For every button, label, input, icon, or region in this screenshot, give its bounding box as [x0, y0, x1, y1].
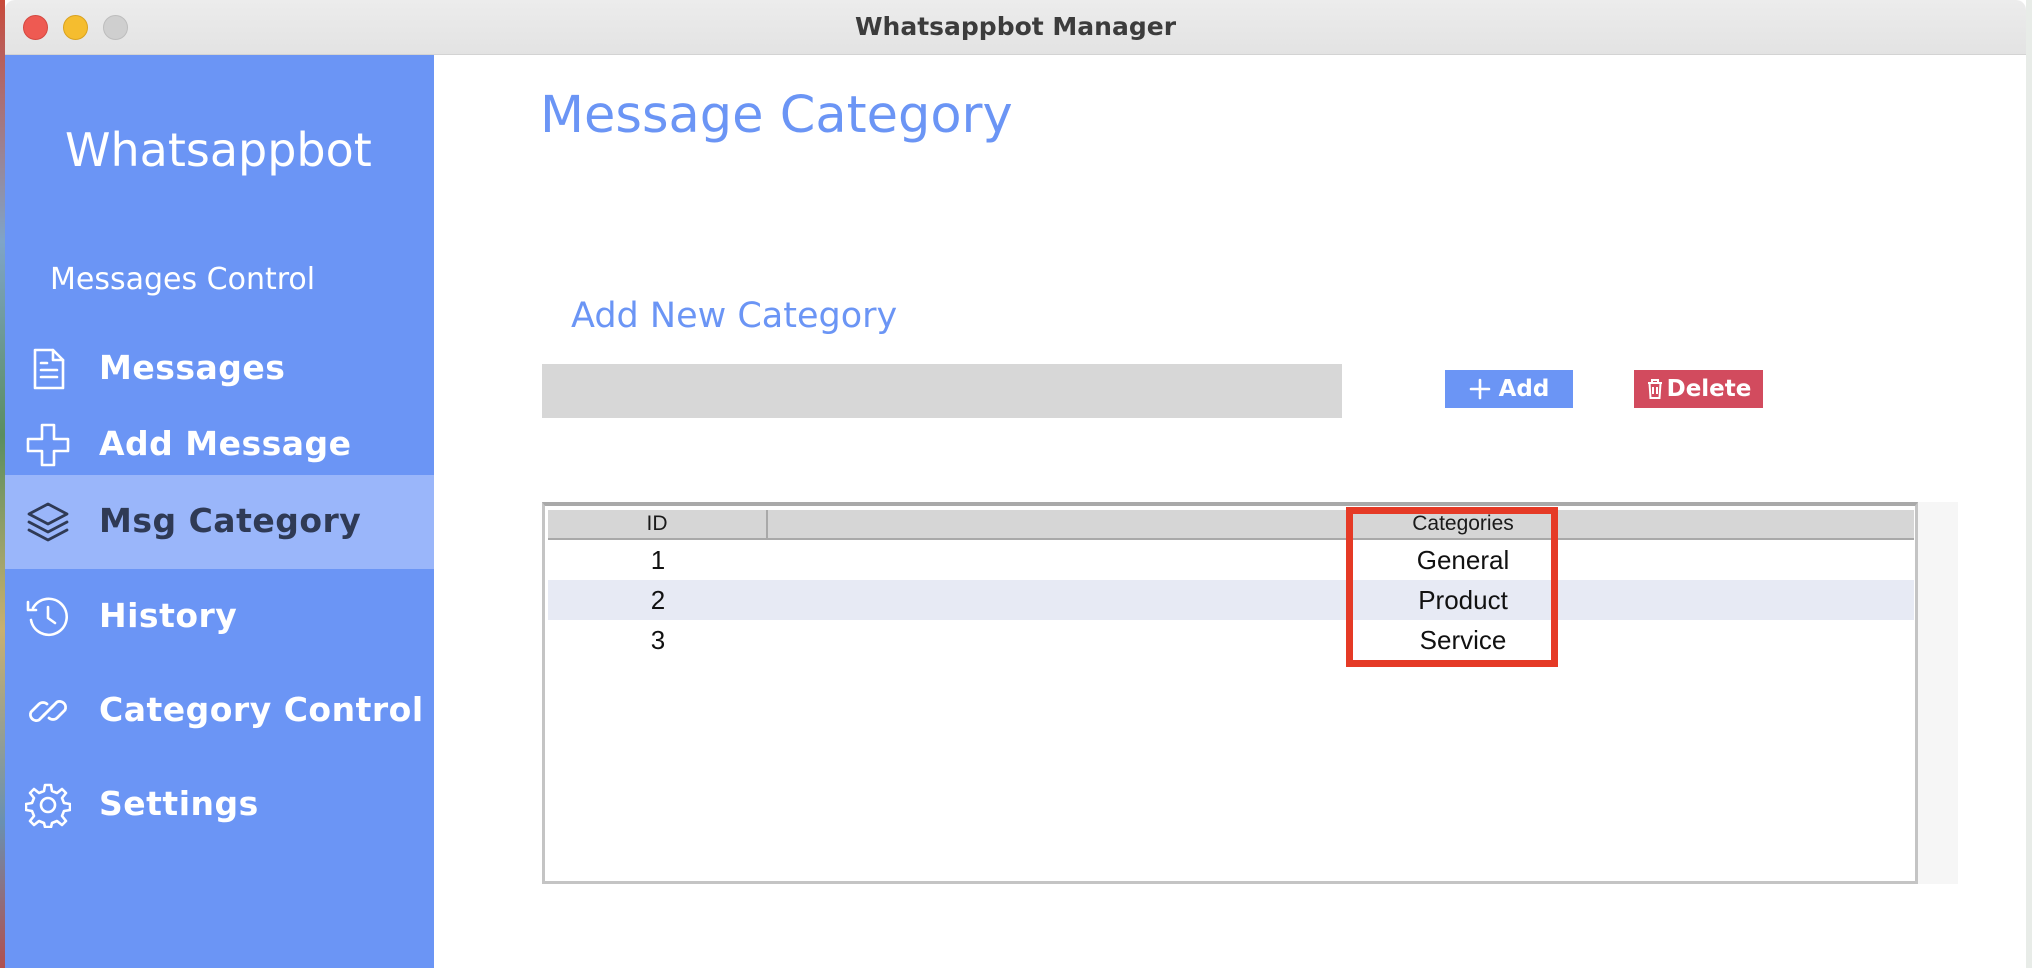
category-table-container: ID Categories 1 General 2 Product 3 Serv… — [542, 502, 1958, 884]
cell-id: 3 — [650, 624, 666, 655]
trash-icon — [1646, 378, 1664, 400]
table-header: ID Categories — [548, 510, 1914, 540]
history-icon — [25, 594, 71, 640]
sidebar-item-label: Msg Category — [99, 501, 362, 540]
app-brand: Whatsappbot — [65, 123, 372, 177]
page-title: Message Category — [540, 86, 1013, 145]
sidebar-item-label: Category Control — [99, 690, 424, 729]
sidebar-item-label: Settings — [99, 784, 259, 823]
title-bar: Whatsappbot Manager — [5, 0, 2026, 55]
add-button-label: Add — [1498, 376, 1550, 402]
sidebar-item-history[interactable]: History — [5, 570, 434, 664]
table-row[interactable]: 1 General — [548, 540, 1914, 580]
sidebar-item-label: History — [99, 596, 238, 635]
desktop-background-right — [2026, 0, 2032, 968]
table-row[interactable]: 2 Product — [548, 580, 1914, 620]
app-window: Whatsappbot Manager Whatsappbot Messages… — [5, 0, 2026, 968]
add-category-heading: Add New Category — [571, 296, 898, 336]
layers-icon — [25, 499, 71, 545]
cell-id: 1 — [650, 544, 666, 575]
plus-icon — [25, 422, 71, 468]
category-table[interactable]: ID Categories 1 General 2 Product 3 Serv… — [542, 502, 1918, 884]
sidebar-item-label: Messages — [99, 348, 286, 387]
sidebar-item-settings[interactable]: Settings — [5, 758, 434, 852]
window-title: Whatsappbot Manager — [854, 12, 1177, 41]
gear-icon — [25, 782, 71, 828]
sidebar-item-msg-category[interactable]: Msg Category — [5, 475, 434, 569]
sidebar-item-category-control[interactable]: Category Control — [5, 664, 434, 758]
plus-icon — [1469, 378, 1491, 400]
table-row[interactable]: 3 Service — [548, 620, 1914, 660]
delete-button[interactable]: Delete — [1634, 370, 1763, 408]
category-name-input[interactable] — [542, 364, 1342, 418]
document-icon — [25, 346, 71, 392]
link-icon — [25, 688, 71, 734]
sidebar-item-label: Add Message — [99, 424, 352, 463]
sidebar-section-label: Messages Control — [50, 262, 316, 297]
delete-button-label: Delete — [1666, 376, 1752, 402]
cell-id: 2 — [650, 584, 666, 615]
add-button[interactable]: Add — [1445, 370, 1573, 408]
sidebar: Whatsappbot Messages Control Messages Ad… — [5, 55, 434, 968]
column-header-id[interactable]: ID — [548, 510, 768, 538]
highlight-annotation-box — [1346, 507, 1558, 667]
